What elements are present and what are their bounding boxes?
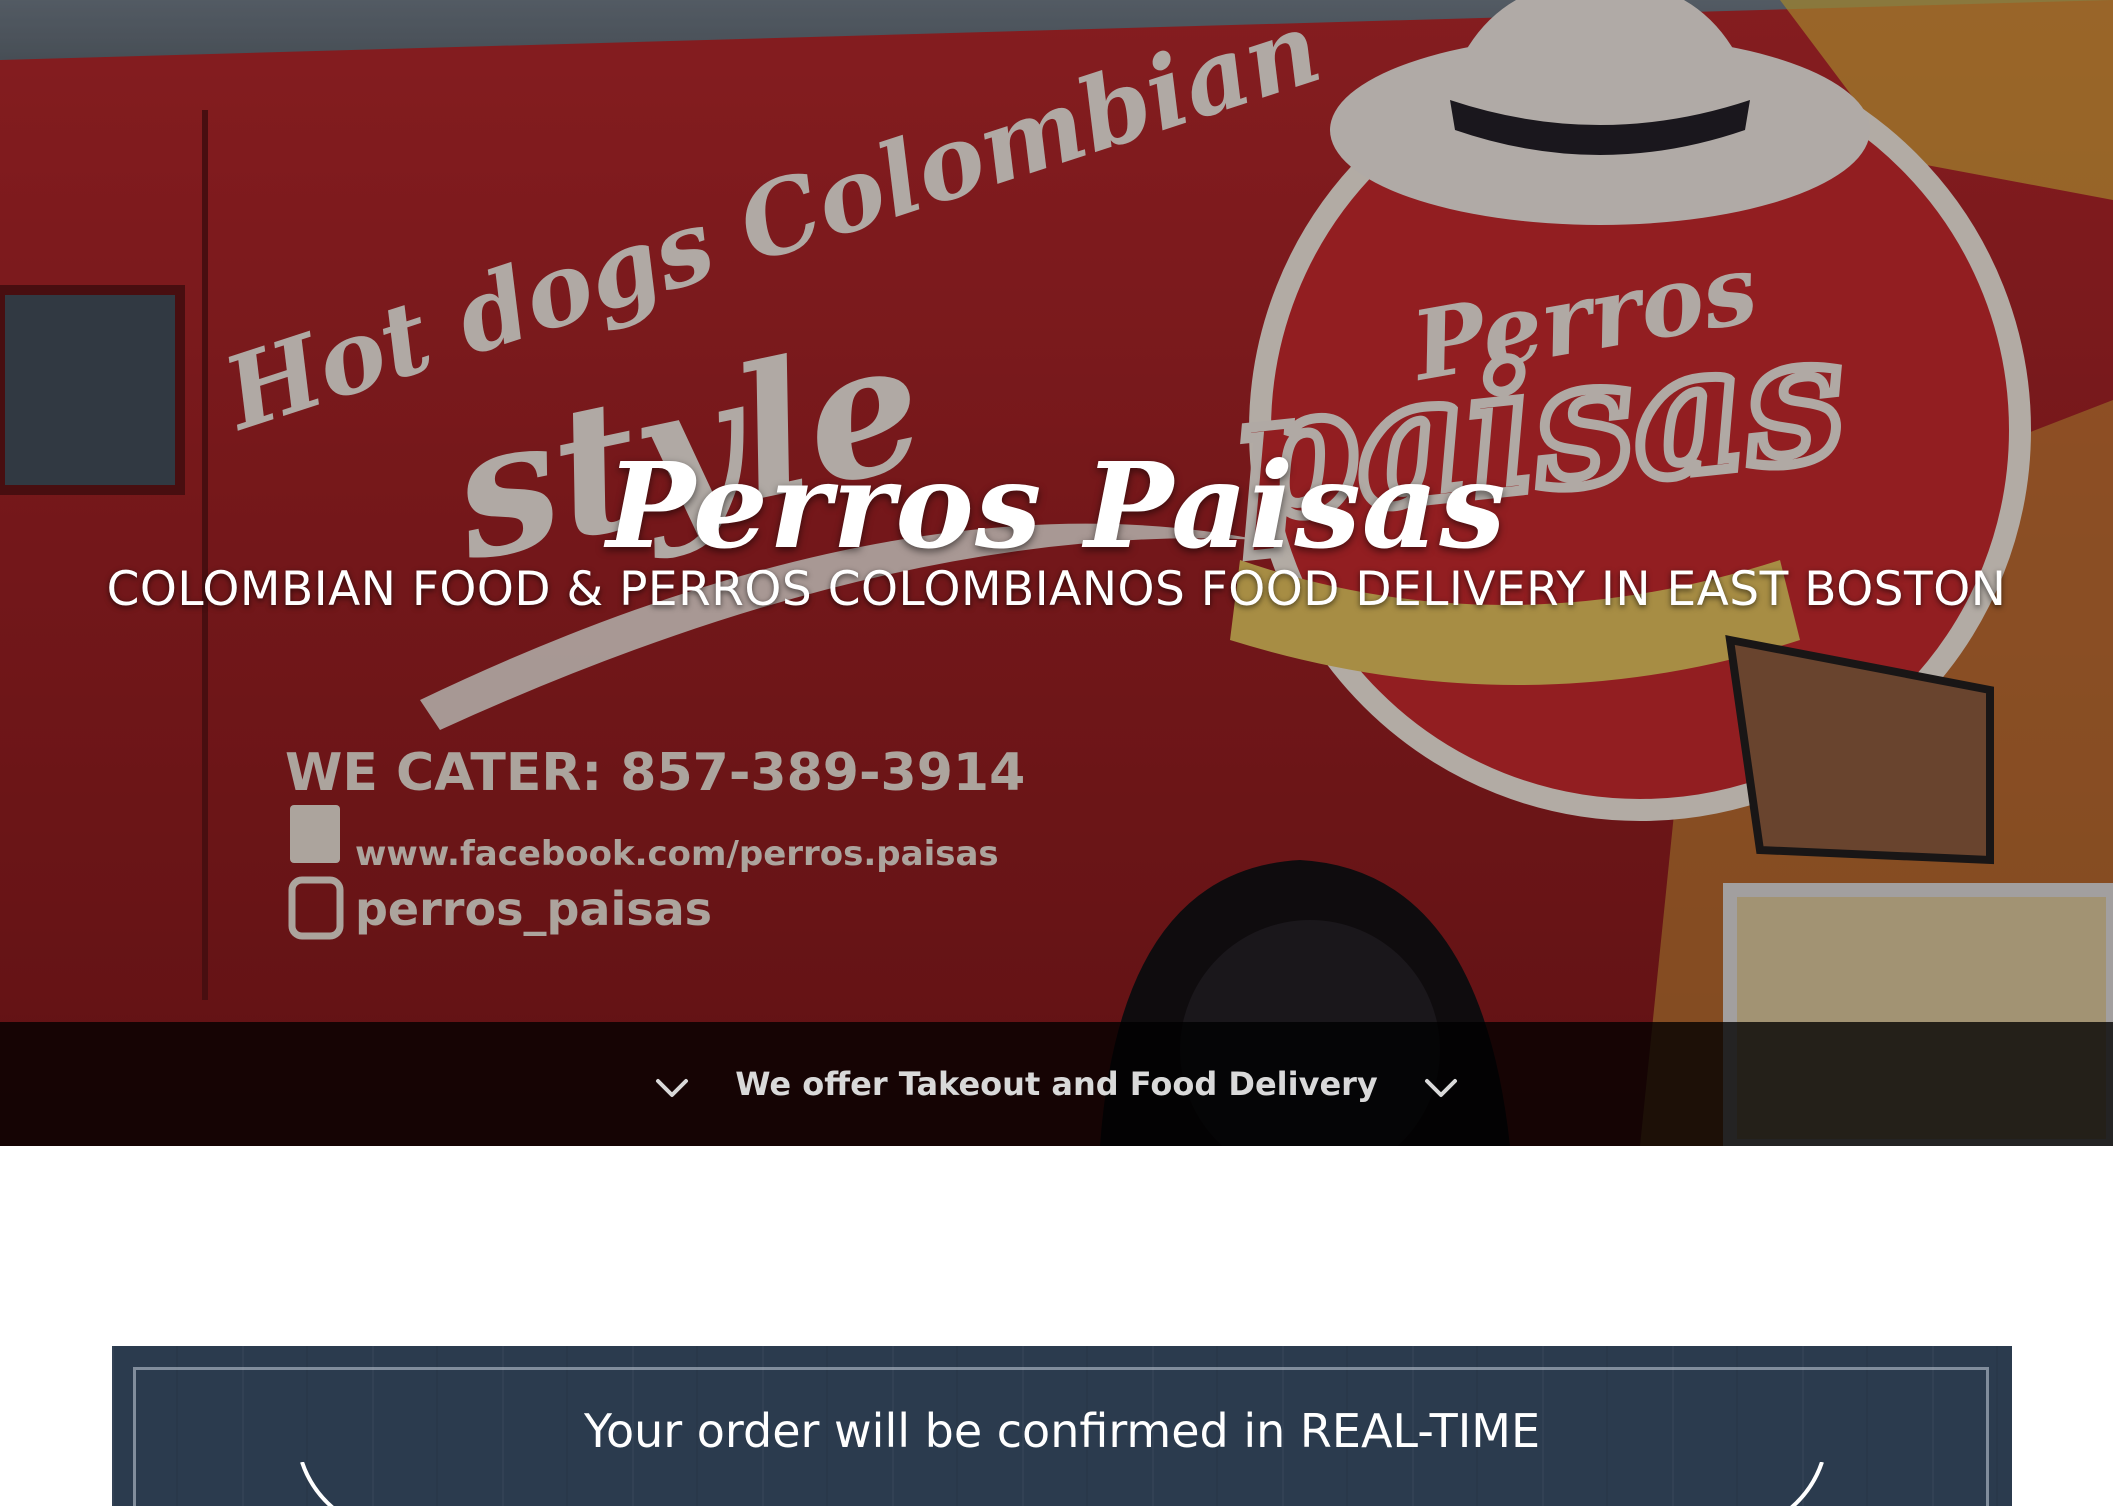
delivery-info-link[interactable]: We offer Takeout and Food Delivery — [735, 1065, 1378, 1103]
order-banner: Your order will be confirmed in REAL-TIM… — [112, 1346, 2012, 1506]
order-confirmation-text: Your order will be confirmed in REAL-TIM… — [583, 1404, 1541, 1458]
page-title: Perros Paisas — [606, 436, 1507, 576]
left-flourish-icon — [300, 1462, 334, 1506]
delivery-info-bar: We offer Takeout and Food Delivery — [0, 1022, 2113, 1146]
page-subtitle: COLOMBIAN FOOD & PERROS COLOMBIANOS FOOD… — [106, 562, 2007, 617]
chevron-down-icon[interactable] — [1424, 1077, 1458, 1099]
chevron-down-icon[interactable] — [655, 1077, 689, 1099]
hero-section: Hot dogs Colombian style Perros paisas W… — [0, 0, 2113, 1146]
right-flourish-icon — [1790, 1462, 1824, 1506]
